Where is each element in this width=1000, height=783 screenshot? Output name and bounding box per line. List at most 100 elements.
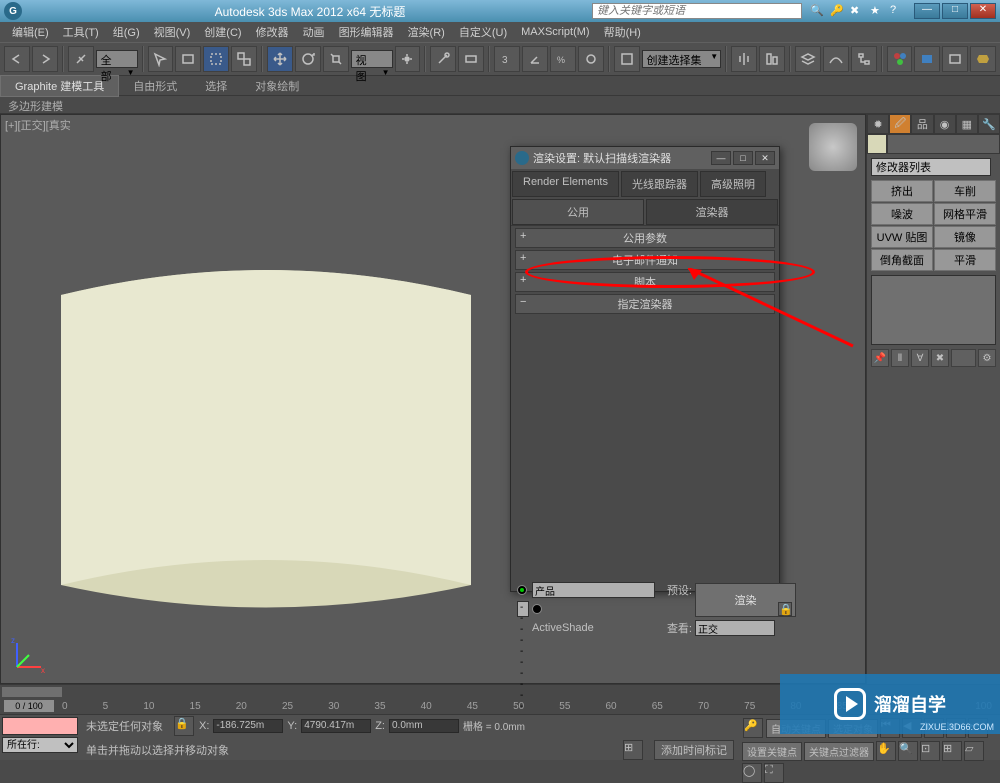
select-button[interactable] (148, 46, 174, 72)
pan-view-button[interactable]: ✋ (876, 741, 896, 761)
tab-selection[interactable]: 选择 (191, 76, 241, 96)
rendered-frame-button[interactable] (942, 46, 968, 72)
rect-select-button[interactable] (203, 46, 229, 72)
exchange-icon[interactable]: ✖ (850, 4, 864, 18)
mod-uvw[interactable]: UVW 贴图 (871, 226, 933, 248)
modifier-list-dropdown[interactable]: 修改器列表 (871, 158, 991, 176)
rollout-scripts[interactable]: 脚本 (515, 272, 775, 292)
display-tab[interactable]: ▦ (956, 114, 978, 134)
render-prod-button[interactable] (970, 46, 996, 72)
search-icon[interactable]: 🔍 (810, 4, 824, 18)
menu-tools[interactable]: 工具(T) (57, 22, 105, 42)
percent-snap-button[interactable]: % (550, 46, 576, 72)
layers-button[interactable] (795, 46, 821, 72)
x-coord-input[interactable] (213, 719, 283, 733)
ref-coord-dropdown[interactable]: 视图 (351, 50, 393, 68)
favorites-icon[interactable]: ★ (870, 4, 884, 18)
keyboard-shortcut-button[interactable] (458, 46, 484, 72)
motion-tab[interactable]: ◉ (934, 114, 956, 134)
named-sel-dropdown[interactable]: 创建选择集 (642, 50, 722, 68)
add-time-tag[interactable]: 添加时间标记 (654, 740, 734, 760)
utilities-tab[interactable]: 🔧 (978, 114, 1000, 134)
poly-modeling-label[interactable]: 多边形建模 (0, 96, 1000, 114)
undo-button[interactable] (4, 46, 30, 72)
modifier-stack[interactable] (871, 275, 996, 345)
isolate-button[interactable]: ⊞ (623, 740, 643, 760)
tab-object-paint[interactable]: 对象绘制 (241, 76, 313, 96)
tab-renderer[interactable]: 渲染器 (646, 199, 778, 225)
mod-lathe[interactable]: 车削 (934, 180, 996, 202)
z-coord-input[interactable] (389, 719, 459, 733)
menu-view[interactable]: 视图(V) (148, 22, 197, 42)
set-key-mode-button[interactable]: 🔑 (743, 718, 763, 738)
mod-smooth[interactable]: 平滑 (934, 249, 996, 271)
rollout-email[interactable]: 电子邮件通知 (515, 250, 775, 270)
render-setup-button[interactable] (914, 46, 940, 72)
menu-group[interactable]: 组(G) (107, 22, 146, 42)
menu-graph-editors[interactable]: 图形编辑器 (333, 22, 400, 42)
mod-mirror[interactable]: 镜像 (934, 226, 996, 248)
window-crossing-button[interactable] (231, 46, 257, 72)
menu-create[interactable]: 创建(C) (198, 22, 247, 42)
fov-button[interactable]: ▱ (964, 741, 984, 761)
curve-editor-button[interactable] (823, 46, 849, 72)
mod-meshsmooth[interactable]: 网格平滑 (934, 203, 996, 225)
zoom-button[interactable]: 🔍 (898, 741, 918, 761)
angle-snap-button[interactable] (522, 46, 548, 72)
help-icon[interactable]: ? (890, 4, 904, 18)
lock-selection-button[interactable]: 🔒 (174, 716, 194, 736)
y-coord-input[interactable] (301, 719, 371, 733)
current-line-dropdown[interactable]: 所在行: (2, 737, 78, 753)
object-name-field[interactable] (887, 134, 1000, 154)
schematic-view-button[interactable] (851, 46, 877, 72)
key-filters-button[interactable]: 关键点过滤器 (804, 742, 874, 761)
minimize-button[interactable]: — (914, 3, 940, 19)
align-button[interactable] (759, 46, 785, 72)
set-key-button[interactable]: 设置关键点 (742, 742, 802, 761)
move-button[interactable] (267, 46, 293, 72)
production-radio[interactable] (517, 585, 527, 595)
edit-named-sel-button[interactable] (614, 46, 640, 72)
mod-bevel-profile[interactable]: 倒角截面 (871, 249, 933, 271)
manipulate-button[interactable] (430, 46, 456, 72)
maximize-button[interactable]: □ (942, 3, 968, 19)
menu-customize[interactable]: 自定义(U) (453, 22, 513, 42)
configure-sets-button[interactable]: ⚙ (978, 349, 996, 367)
pin-stack-button[interactable]: 📌 (871, 349, 889, 367)
activeshade-radio[interactable] (532, 604, 542, 614)
modify-tab[interactable]: 🖉 (889, 114, 911, 134)
maximize-viewport-button[interactable]: ⛶ (764, 763, 784, 783)
menu-rendering[interactable]: 渲染(R) (402, 22, 451, 42)
tab-adv-lighting[interactable]: 高级照明 (700, 171, 766, 197)
tab-freeform[interactable]: 自由形式 (119, 76, 191, 96)
rollout-assign-renderer[interactable]: 指定渲染器 (515, 294, 775, 314)
dialog-maximize-button[interactable]: □ (733, 151, 753, 165)
menu-edit[interactable]: 编辑(E) (6, 22, 55, 42)
filter-dropdown[interactable]: 全部 (96, 50, 138, 68)
preset-dropdown[interactable]: ---------- (517, 601, 529, 617)
pivot-button[interactable] (395, 46, 421, 72)
menu-help[interactable]: 帮助(H) (598, 22, 647, 42)
redo-button[interactable] (32, 46, 58, 72)
app-icon[interactable]: G (4, 2, 22, 20)
rollout-common-params[interactable]: 公用参数 (515, 228, 775, 248)
hierarchy-tab[interactable]: 品 (911, 114, 933, 134)
plane-object[interactable] (51, 235, 481, 635)
make-unique-button[interactable]: ∀ (911, 349, 929, 367)
mirror-button[interactable] (731, 46, 757, 72)
production-dropdown[interactable]: 产品 (532, 582, 655, 598)
time-slider[interactable]: 0 / 100 (4, 700, 54, 712)
lock-view-button[interactable]: 🔒 (778, 602, 792, 616)
spinner-snap-button[interactable] (578, 46, 604, 72)
menu-modifiers[interactable]: 修改器 (250, 22, 295, 42)
dialog-minimize-button[interactable]: — (711, 151, 731, 165)
rotate-button[interactable] (295, 46, 321, 72)
scale-button[interactable] (323, 46, 349, 72)
close-button[interactable]: ✕ (970, 3, 996, 19)
select-by-name-button[interactable] (175, 46, 201, 72)
menu-maxscript[interactable]: MAXScript(M) (515, 24, 595, 40)
remove-modifier-button[interactable]: ✖ (931, 349, 949, 367)
show-end-result-button[interactable]: Ⅱ (891, 349, 909, 367)
mod-extrude[interactable]: 挤出 (871, 180, 933, 202)
mod-noise[interactable]: 噪波 (871, 203, 933, 225)
